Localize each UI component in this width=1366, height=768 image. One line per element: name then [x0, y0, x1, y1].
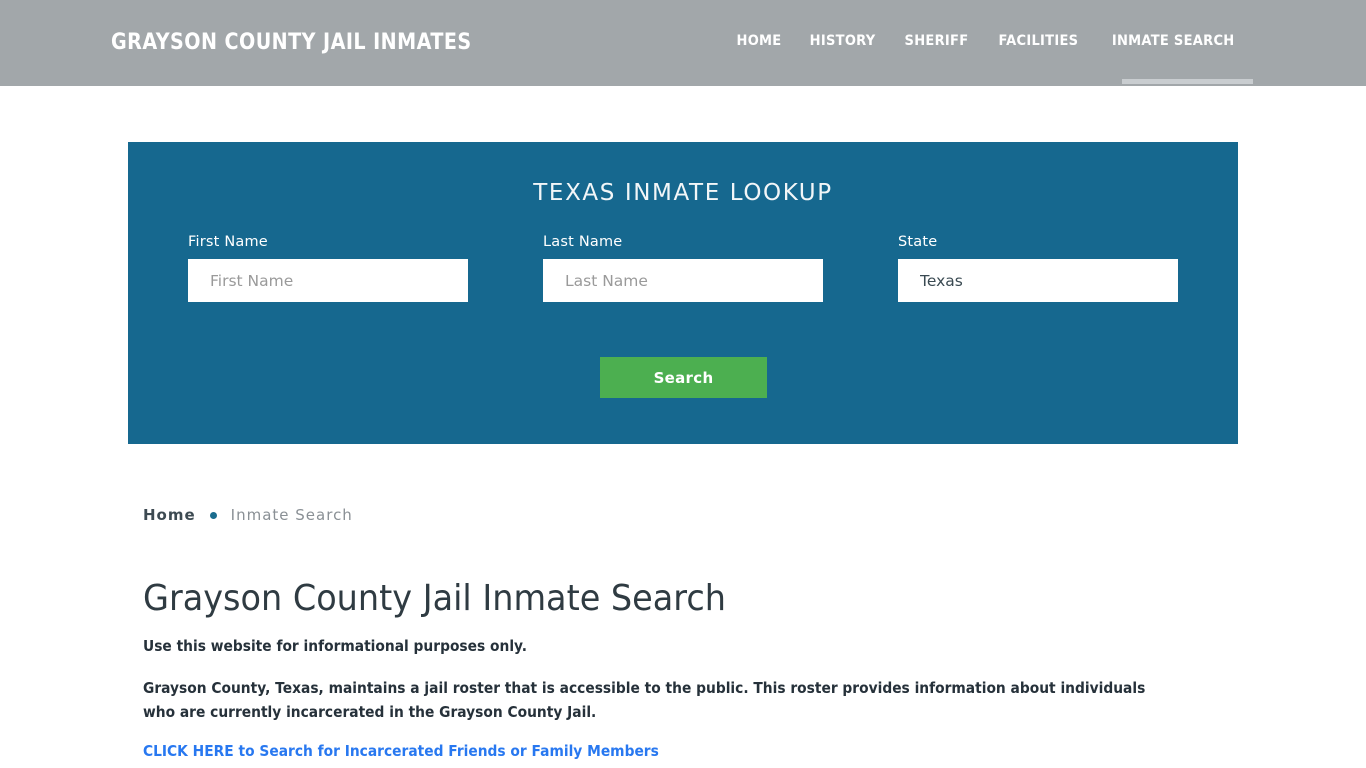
- page-title: Grayson County Jail Inmate Search: [143, 578, 726, 619]
- panel-title: TEXAS INMATE LOOKUP: [533, 180, 833, 206]
- nav-item-inmate-search[interactable]: INMATE SEARCH: [1102, 33, 1244, 49]
- breadcrumb-home-link[interactable]: Home: [143, 506, 196, 524]
- site-header: GRAYSON COUNTY JAIL INMATES HOME HISTORY…: [0, 0, 1366, 86]
- last-name-label: Last Name: [543, 234, 623, 250]
- breadcrumb-current-page: Inmate Search: [230, 506, 353, 524]
- site-title: GRAYSON COUNTY JAIL INMATES: [111, 30, 472, 55]
- breadcrumb-separator-dot-icon: [209, 511, 217, 519]
- state-input[interactable]: [898, 259, 1178, 302]
- breadcrumb: Home Inmate Search: [143, 506, 353, 524]
- nav-item-facilities[interactable]: FACILITIES: [988, 33, 1088, 49]
- main-navigation: HOME HISTORY SHERIFF FACILITIES INMATE S…: [723, 33, 1252, 49]
- nav-active-indicator: [1122, 79, 1253, 84]
- last-name-input[interactable]: [543, 259, 823, 302]
- field-group-first-name: First Name: [188, 234, 468, 302]
- inmate-lookup-panel: TEXAS INMATE LOOKUP First Name Last Name…: [128, 142, 1238, 444]
- state-label: State: [898, 234, 938, 250]
- field-group-state: State: [898, 234, 1178, 302]
- disclaimer-text: Use this website for informational purpo…: [143, 637, 528, 655]
- nav-item-sheriff[interactable]: SHERIFF: [895, 33, 979, 49]
- body-paragraph: Grayson County, Texas, maintains a jail …: [143, 679, 1146, 721]
- inmate-search-cta-link[interactable]: CLICK HERE to Search for Incarcerated Fr…: [143, 742, 659, 760]
- search-button[interactable]: Search: [600, 357, 767, 398]
- nav-item-home[interactable]: HOME: [726, 33, 791, 49]
- nav-item-history[interactable]: HISTORY: [800, 33, 886, 49]
- first-name-input[interactable]: [188, 259, 468, 302]
- field-group-last-name: Last Name: [543, 234, 823, 302]
- first-name-label: First Name: [188, 234, 268, 250]
